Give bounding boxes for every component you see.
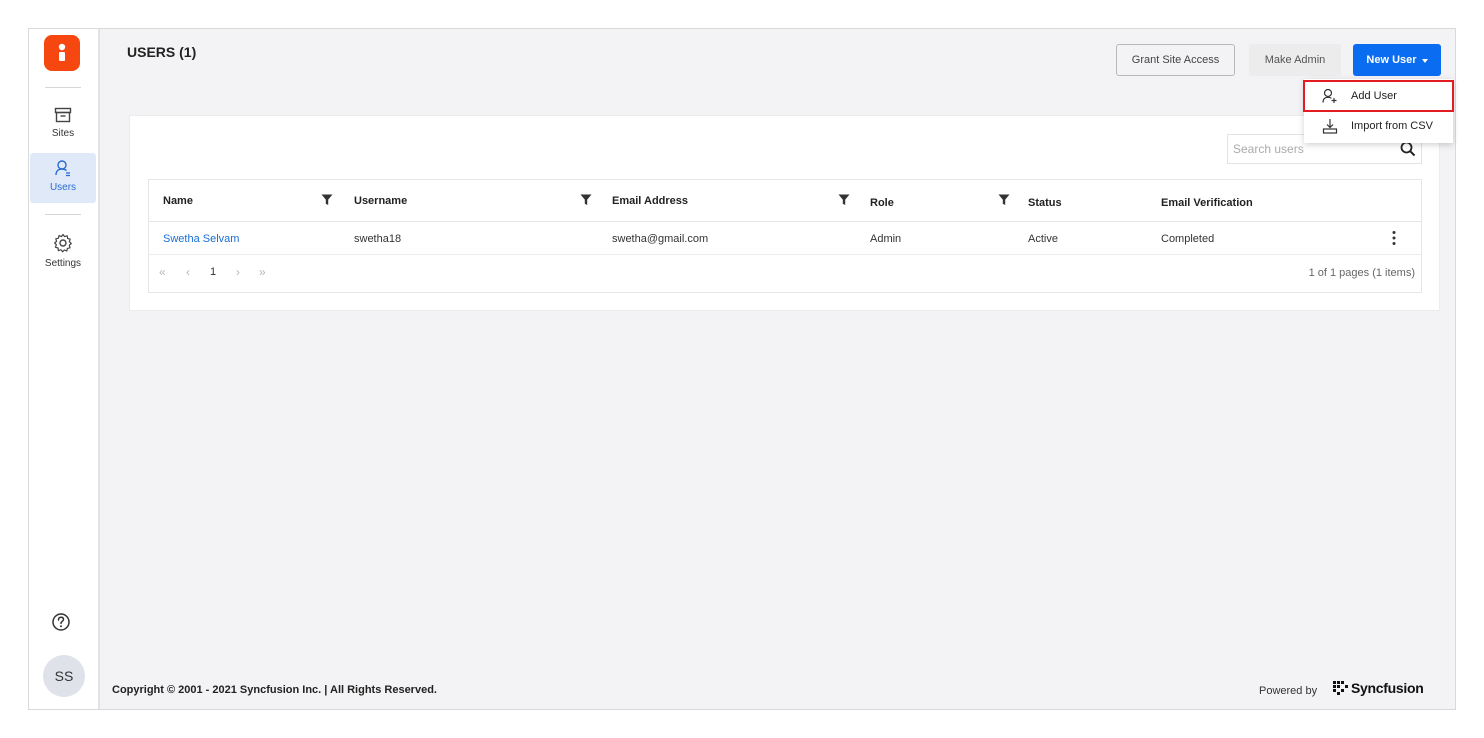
- download-icon: [1321, 117, 1339, 135]
- pager: « ‹ 1 › » 1 of 1 pages (1 items): [149, 255, 1421, 292]
- sidebar-item-label: Sites: [51, 128, 75, 139]
- make-admin-label: Make Admin: [1264, 54, 1326, 66]
- sites-icon: [54, 107, 72, 123]
- search-input[interactable]: [1233, 142, 1393, 156]
- app-logo[interactable]: [44, 35, 80, 71]
- filter-icon[interactable]: [580, 194, 592, 206]
- new-user-label: New User: [1366, 54, 1417, 66]
- app-frame: Sites Users Settings SS USERS (1) Grant …: [28, 28, 1456, 710]
- sidebar-item-users[interactable]: Users: [30, 153, 96, 203]
- syncfusion-logo[interactable]: Syncfusion: [1333, 680, 1424, 696]
- add-user-icon: [1321, 87, 1339, 105]
- menu-item-label: Add User: [1351, 90, 1397, 102]
- sidebar-item-label: Settings: [44, 258, 82, 269]
- caret-down-icon: [1421, 58, 1428, 63]
- filter-icon[interactable]: [998, 194, 1010, 206]
- search-icon[interactable]: [1400, 141, 1416, 157]
- users-card: Name Username Email Address Role Status …: [129, 115, 1440, 311]
- users-icon: [55, 160, 70, 177]
- cell-username: swetha18: [354, 232, 402, 245]
- first-page-icon[interactable]: «: [159, 265, 166, 279]
- sidebar-item-settings[interactable]: Settings: [30, 227, 96, 277]
- column-header-username[interactable]: Username: [354, 180, 407, 222]
- sidebar-item-sites[interactable]: Sites: [30, 101, 96, 151]
- powered-by-text: Powered by: [1259, 685, 1318, 697]
- filter-icon[interactable]: [321, 194, 333, 206]
- page-title: USERS (1): [127, 44, 197, 60]
- gear-icon: [54, 233, 72, 253]
- new-user-button[interactable]: New User: [1353, 44, 1441, 76]
- grid-header: Name Username Email Address Role Status …: [149, 180, 1421, 222]
- column-header-status[interactable]: Status: [1028, 182, 1062, 224]
- sidebar: Sites Users Settings SS: [29, 29, 100, 709]
- cell-email-verification: Completed: [1161, 232, 1215, 245]
- next-page-icon[interactable]: ›: [236, 265, 240, 279]
- cell-email: swetha@gmail.com: [612, 232, 709, 245]
- syncfusion-logo-icon: [1333, 681, 1348, 695]
- prev-page-icon[interactable]: ‹: [186, 265, 190, 279]
- grant-site-access-label: Grant Site Access: [1131, 54, 1220, 66]
- sidebar-divider: [45, 214, 81, 215]
- pager-info: 1 of 1 pages (1 items): [1308, 267, 1415, 279]
- logo-icon: [58, 43, 66, 61]
- users-grid: Name Username Email Address Role Status …: [148, 179, 1422, 293]
- sidebar-item-label: Users: [49, 182, 77, 193]
- filter-icon[interactable]: [838, 194, 850, 206]
- help-icon[interactable]: [51, 612, 71, 632]
- make-admin-button[interactable]: Make Admin: [1249, 44, 1341, 76]
- cell-name[interactable]: Swetha Selvam: [163, 222, 239, 255]
- copyright-text: Copyright © 2001 - 2021 Syncfusion Inc. …: [112, 684, 437, 696]
- column-header-email-verification[interactable]: Email Verification: [1161, 182, 1253, 224]
- more-options-icon[interactable]: [1387, 230, 1401, 246]
- table-row[interactable]: Swetha Selvam swetha18 swetha@gmail.com …: [149, 222, 1421, 255]
- column-header-name[interactable]: Name: [163, 180, 193, 222]
- menu-item-label: Import from CSV: [1351, 120, 1433, 132]
- column-header-email[interactable]: Email Address: [612, 180, 688, 222]
- column-header-role[interactable]: Role: [870, 182, 894, 224]
- last-page-icon[interactable]: »: [259, 265, 266, 279]
- grant-site-access-button[interactable]: Grant Site Access: [1116, 44, 1235, 76]
- cell-role: Admin: [870, 232, 902, 245]
- syncfusion-brand-text: Syncfusion: [1351, 680, 1424, 696]
- sidebar-divider: [45, 87, 81, 88]
- avatar[interactable]: SS: [43, 655, 85, 697]
- page-number[interactable]: 1: [210, 266, 216, 278]
- new-user-dropdown-menu: Add User Import from CSV: [1303, 79, 1454, 143]
- menu-item-import-csv[interactable]: Import from CSV: [1304, 111, 1453, 141]
- menu-item-add-user[interactable]: Add User: [1303, 80, 1454, 112]
- cell-status: Active: [1028, 232, 1058, 245]
